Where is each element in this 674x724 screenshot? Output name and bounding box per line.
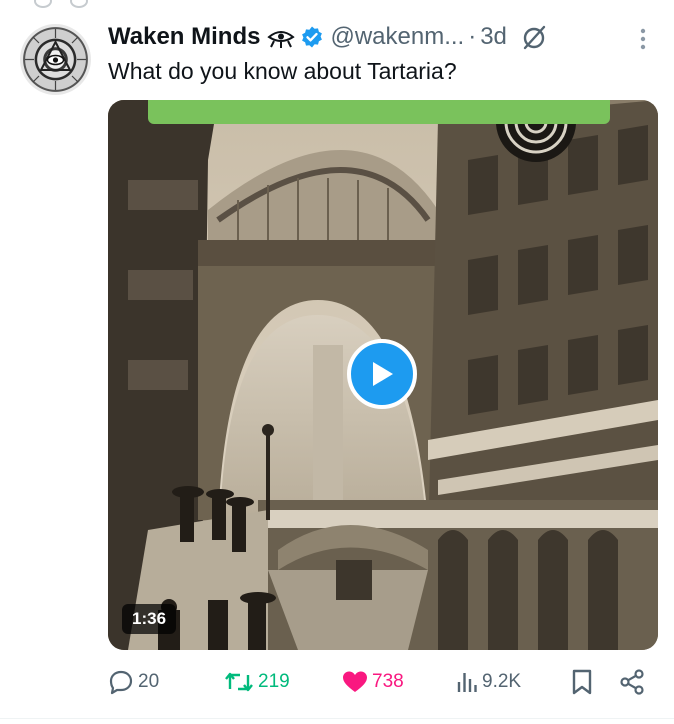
grok-icon[interactable] bbox=[521, 24, 547, 50]
timestamp[interactable]: 3d bbox=[480, 23, 507, 51]
previous-icon-remnant bbox=[70, 0, 88, 8]
bar-chart-icon bbox=[457, 673, 477, 692]
display-name[interactable]: Waken Minds bbox=[108, 23, 260, 51]
heart-filled-icon bbox=[343, 671, 367, 692]
tweet-text: What do you know about Tartaria? bbox=[108, 58, 457, 84]
play-button[interactable] bbox=[347, 339, 417, 409]
eye-pyramid-icon bbox=[266, 25, 296, 49]
video-player[interactable]: 1:36 bbox=[108, 100, 658, 650]
tweet-divider bbox=[0, 718, 674, 719]
reply-button[interactable]: 20 bbox=[108, 664, 159, 700]
speech-bubble-icon bbox=[109, 670, 133, 695]
more-options-icon[interactable] bbox=[638, 26, 648, 52]
bookmark-button[interactable] bbox=[571, 664, 593, 700]
separator-dot: · bbox=[468, 23, 477, 50]
like-button[interactable]: 738 bbox=[342, 664, 404, 700]
previous-tweet-remnant bbox=[0, 0, 674, 8]
share-button[interactable] bbox=[619, 664, 645, 700]
play-icon bbox=[373, 362, 393, 386]
avatar[interactable] bbox=[20, 24, 91, 95]
video-duration: 1:36 bbox=[122, 604, 177, 634]
share-icon bbox=[620, 669, 644, 695]
user-handle[interactable]: @wakenm... bbox=[330, 23, 464, 51]
repost-button[interactable]: 219 bbox=[224, 664, 290, 700]
tweet-header: Waken Minds @wakenm... · 3d bbox=[108, 20, 547, 54]
bookmark-icon bbox=[572, 669, 592, 695]
like-count: 738 bbox=[372, 671, 404, 692]
action-bar: 20 219 738 9.2K bbox=[0, 664, 674, 700]
previous-icon-remnant bbox=[34, 0, 52, 8]
reply-count: 20 bbox=[138, 671, 160, 692]
views-button[interactable]: 9.2K bbox=[456, 664, 521, 700]
repost-arrows-icon bbox=[225, 672, 253, 692]
verified-badge-icon[interactable] bbox=[300, 25, 324, 49]
eye-emblem-icon bbox=[25, 29, 86, 90]
view-count: 9.2K bbox=[482, 671, 522, 692]
caption-banner bbox=[148, 100, 610, 124]
repost-count: 219 bbox=[258, 671, 290, 692]
